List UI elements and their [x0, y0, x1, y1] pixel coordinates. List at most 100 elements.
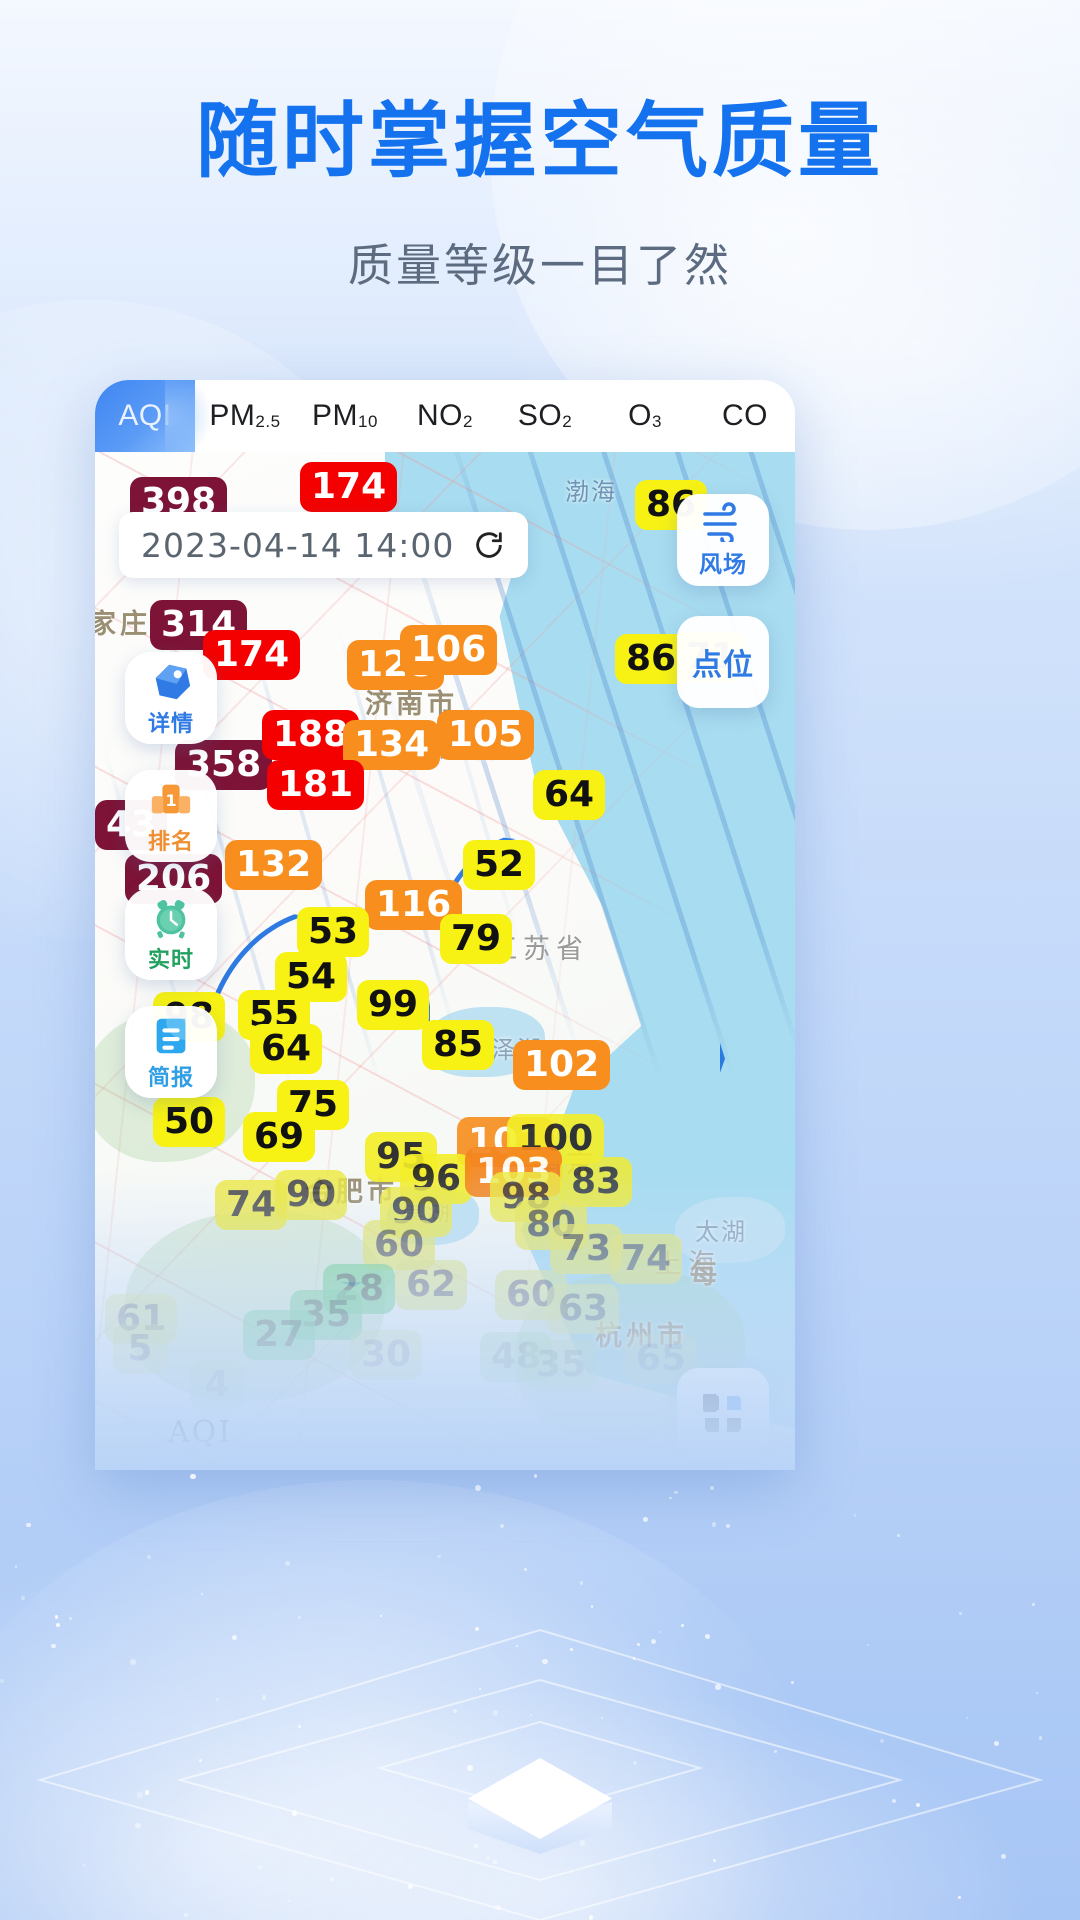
decor-sparkle — [146, 1555, 151, 1560]
aqi-marker[interactable]: 105 — [437, 710, 535, 760]
aqi-marker[interactable]: 5 — [113, 1324, 167, 1374]
map-tool-stations-label: 点位 — [692, 648, 754, 683]
decor-sparkle — [704, 1633, 710, 1639]
map-place-label: 每 — [690, 1259, 721, 1290]
alarm-clock-icon — [156, 899, 186, 938]
decor-sparkle — [579, 1581, 584, 1585]
decor-sparkle — [492, 1710, 499, 1716]
aqi-marker[interactable]: 64 — [250, 1024, 323, 1074]
decor-sparkle — [533, 1474, 537, 1478]
aqi-marker[interactable]: 106 — [400, 625, 498, 675]
aqi-marker[interactable]: 174 — [300, 462, 398, 512]
aqi-marker[interactable]: 30 — [350, 1330, 423, 1380]
decor-sparkle — [232, 1634, 238, 1640]
podium-icon: 1 — [151, 784, 191, 813]
decor-sparkle — [262, 1695, 267, 1700]
tab-label: AQI — [118, 399, 172, 432]
map-tool-layers[interactable] — [677, 1368, 769, 1460]
pollutant-tab-bar: AQI PM 2.5 PM 10 NO 2 SO 2 O 3 CO — [95, 380, 795, 452]
wind-icon — [703, 501, 737, 542]
aqi-marker[interactable]: 63 — [547, 1284, 620, 1334]
decor-sparkle — [710, 1485, 715, 1490]
decor-sparkle — [291, 1810, 298, 1816]
aqi-marker[interactable]: 27 — [243, 1310, 316, 1360]
decor-sparkle — [198, 1759, 202, 1762]
decor-sparkle — [588, 1915, 594, 1920]
aqi-marker[interactable]: 102 — [513, 1040, 611, 1090]
decor-sparkle — [632, 1657, 635, 1660]
aqi-marker[interactable]: 64 — [533, 770, 606, 820]
decor-sparkle — [0, 1678, 4, 1683]
map-tool-realtime-label: 实时 — [147, 947, 194, 973]
aqi-marker[interactable]: 50 — [153, 1097, 226, 1147]
aqi-legend: AQI 优良轻度中度 — [115, 1415, 285, 1470]
decor-sparkle — [636, 1643, 640, 1647]
map-tool-stations[interactable]: 点位 — [677, 616, 769, 708]
tab-subscript: 2 — [463, 411, 473, 431]
map-tool-detail[interactable]: 详情 — [125, 652, 217, 744]
decor-sparkle — [495, 1904, 501, 1911]
aqi-marker[interactable]: 74 — [610, 1234, 683, 1284]
aqi-marker[interactable]: 52 — [463, 840, 536, 890]
aqi-marker[interactable]: 99 — [357, 980, 430, 1030]
aqi-marker[interactable]: 132 — [225, 840, 323, 890]
aqi-marker[interactable]: 62 — [395, 1260, 468, 1310]
refresh-icon[interactable] — [472, 528, 506, 562]
decor-sparkle — [467, 1765, 473, 1771]
decor-sparkle — [130, 1658, 137, 1665]
map-left-toolbar: 详情 1 排名 实时 简报 — [125, 652, 217, 1098]
decor-bottom-scene — [0, 1450, 1080, 1920]
tab-label: CO — [722, 399, 768, 432]
decor-sparkle — [598, 1461, 603, 1465]
phone-mockup: AQIPM2.5PM10NO2SO2O3CO 渤海家庄济南市山东省省江苏省洪泽湖… — [95, 380, 795, 1470]
tab-label: PM — [312, 399, 359, 432]
map-tool-windfield[interactable]: 风场 — [677, 494, 769, 586]
tab-co[interactable]: CO — [695, 380, 795, 452]
air-quality-map[interactable]: 渤海家庄济南市山东省省江苏省洪泽湖合肥市巢湖南京太湖上海杭州市每 3981748… — [95, 452, 795, 1470]
aqi-marker[interactable]: 174 — [203, 630, 301, 680]
decor-sparkle — [879, 1738, 884, 1743]
map-tool-realtime[interactable]: 实时 — [125, 888, 217, 980]
grid-layers-icon — [703, 1394, 741, 1432]
decor-sparkle — [288, 1899, 291, 1902]
tab-label: PM — [209, 399, 256, 432]
decor-sparkle — [487, 1797, 491, 1801]
tab-label: O — [628, 399, 652, 432]
decor-sparkle — [473, 1844, 478, 1848]
decor-sparkle — [14, 1565, 17, 1568]
aqi-marker[interactable]: 53 — [297, 907, 370, 957]
aqi-marker[interactable]: 85 — [422, 1020, 495, 1070]
aqi-marker[interactable]: 35 — [525, 1340, 598, 1390]
decor-sparkle — [714, 1684, 721, 1691]
aqi-marker[interactable]: 69 — [243, 1112, 316, 1162]
aqi-legend-title: AQI — [167, 1415, 233, 1450]
decor-sparkle — [184, 1913, 188, 1918]
tab-subscript: 10 — [358, 411, 378, 431]
tab-no2[interactable]: NO 2 — [395, 380, 495, 452]
aqi-marker[interactable]: 181 — [267, 760, 365, 810]
decor-sparkle — [379, 1614, 383, 1617]
decor-sparkle — [669, 1496, 672, 1500]
map-tool-ranking[interactable]: 1 排名 — [125, 770, 217, 862]
document-icon — [156, 1018, 186, 1053]
map-tool-briefing[interactable]: 简报 — [125, 1006, 217, 1098]
header: 随时掌握空气质量 质量等级一目了然 — [0, 97, 1080, 294]
decor-sparkle — [137, 1792, 143, 1798]
map-right-toolbar: 风场 点位 — [677, 494, 769, 708]
page-subtitle: 质量等级一目了然 — [347, 238, 732, 292]
datetime-selector[interactable]: 2023-04-14 14:00 — [119, 512, 529, 578]
tab-o3[interactable]: O3 — [595, 380, 695, 452]
tab-so2[interactable]: SO 2 — [495, 380, 595, 452]
decor-sparkle — [485, 1856, 490, 1860]
map-right-toolbar-bottom — [677, 1368, 769, 1470]
aqi-marker[interactable]: 4 — [190, 1360, 244, 1410]
map-place-label: 家庄 — [95, 609, 151, 640]
tab-label: SO — [517, 399, 563, 432]
tab-aqi[interactable]: AQI — [95, 380, 221, 452]
aqi-marker[interactable]: 90 — [275, 1170, 348, 1220]
decor-sparkle — [408, 1883, 413, 1889]
tab-pm10[interactable]: PM 10 — [295, 380, 395, 452]
decor-sparkle — [673, 1490, 678, 1495]
tab-pm2.5[interactable]: PM 2.5 — [195, 380, 295, 452]
aqi-marker[interactable]: 79 — [440, 914, 513, 964]
